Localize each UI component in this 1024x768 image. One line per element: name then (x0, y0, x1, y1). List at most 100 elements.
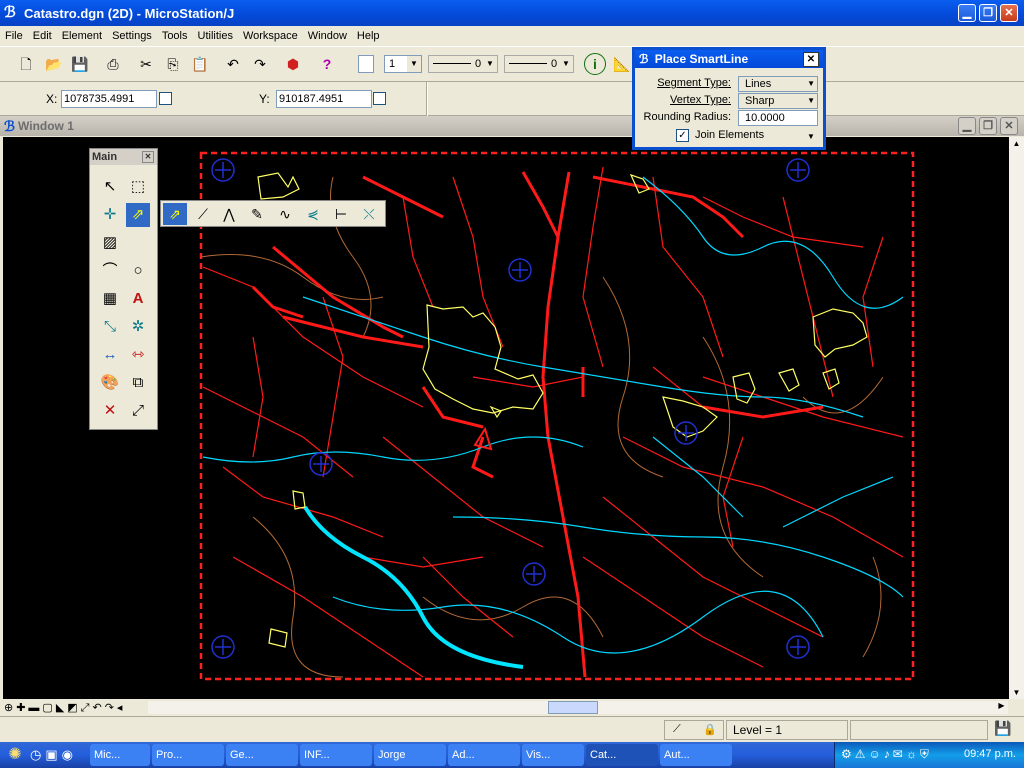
task-label: Aut... (664, 749, 690, 761)
horizontal-scrollbar[interactable]: ▶ (148, 701, 1008, 714)
stream-line-icon[interactable]: ✎ (245, 203, 269, 225)
palette-icon[interactable]: 🎨 (98, 371, 122, 395)
scale-icon[interactable]: ⤢ (126, 399, 150, 423)
task-label: Ge... (230, 749, 254, 761)
scroll-right-icon[interactable]: ▶ (995, 701, 1008, 714)
measure-icon[interactable]: 📐 (610, 53, 634, 75)
x-coordinate-field[interactable]: 1078735.4991 (61, 90, 157, 108)
menu-window[interactable]: Window (303, 30, 352, 42)
sun-icon[interactable]: ✲ (126, 315, 150, 339)
segment-type-select[interactable]: Lines ▼ (738, 76, 818, 92)
select-element-icon[interactable]: ↖ (98, 175, 122, 199)
task-item[interactable]: Jorge (374, 744, 446, 766)
open-folder-icon[interactable]: 📂 (42, 53, 66, 75)
menu-file[interactable]: File (0, 30, 28, 42)
task-item[interactable]: Mic... (90, 744, 150, 766)
marker-5 (309, 452, 333, 476)
task-item[interactable]: Ge... (226, 744, 298, 766)
redo-icon[interactable]: ↷ (248, 53, 272, 75)
task-item[interactable]: Vis... (522, 744, 584, 766)
y-lock-checkbox[interactable] (373, 92, 386, 105)
status-tool-cell: ⟋ 🔒 (664, 720, 724, 740)
active-color-box[interactable] (358, 55, 374, 73)
vertex-type-value: Sharp (745, 95, 775, 107)
copy-icon[interactable]: ⎘ (161, 53, 185, 75)
save-status-icon[interactable]: 💾 (992, 720, 1014, 740)
marker-4 (674, 421, 698, 445)
smartline-icon[interactable]: ⇗ (126, 203, 150, 227)
menu-help[interactable]: Help (352, 30, 385, 42)
text-icon[interactable]: A (126, 287, 150, 311)
view-title: Window 1 (18, 119, 74, 133)
vertex-type-label: Vertex Type: (670, 94, 731, 106)
key-in-icon[interactable]: ⬢ (281, 53, 305, 75)
vertical-scrollbar[interactable]: ▲ ▼ (1009, 137, 1024, 704)
tray-icons[interactable]: ⚙⚠☺♪✉☼⛨ (841, 747, 932, 762)
point-curve-icon[interactable]: ∿ (273, 203, 297, 225)
menu-utilities[interactable]: Utilities (193, 30, 238, 42)
cell-icon[interactable]: ▦ (98, 287, 122, 311)
microstation-icon: ℬ (4, 4, 16, 21)
palette-close-icon[interactable]: ✕ (142, 151, 154, 163)
menu-workspace[interactable]: Workspace (238, 30, 303, 42)
tangent-line-icon[interactable]: ⤬ (357, 203, 381, 225)
scroll-up-icon[interactable]: ▲ (1011, 139, 1022, 151)
task-item-active[interactable]: Cat... (586, 744, 658, 766)
angle-line-icon[interactable]: ⋞ (301, 203, 325, 225)
marker-2 (786, 158, 810, 182)
y-coordinate-field[interactable]: 910187.4951 (276, 90, 372, 108)
scroll-thumb[interactable] (548, 701, 598, 714)
minimize-button[interactable]: ▁ (958, 4, 976, 22)
x-lock-checkbox[interactable] (159, 92, 172, 105)
smartline-flyout-icon[interactable]: ⇗ (163, 203, 187, 225)
line-weight-select[interactable]: 0 ▼ (504, 55, 574, 73)
task-item[interactable]: INF... (300, 744, 372, 766)
view-control-icons[interactable]: ⊕✚▬▢◣◩⤢↶↷◂ (4, 701, 125, 715)
menu-element[interactable]: Element (57, 30, 107, 42)
multi-line-icon[interactable]: ⋀ (217, 203, 241, 225)
menu-settings[interactable]: Settings (107, 30, 157, 42)
print-icon[interactable]: ⎙ (101, 53, 125, 75)
new-file-icon[interactable]: 🗋 (14, 53, 38, 75)
rounding-radius-field[interactable]: 10.0000 (738, 110, 818, 126)
hatch-icon[interactable]: ▨ (98, 231, 122, 255)
help-icon[interactable]: ? (315, 53, 339, 75)
place-point-icon[interactable]: ✛ (98, 203, 122, 227)
save-icon[interactable]: 💾 (68, 53, 92, 75)
task-label: INF... (304, 749, 330, 761)
start-icon[interactable]: ✺ (0, 742, 30, 768)
vertex-type-select[interactable]: Sharp ▼ (738, 93, 818, 109)
close-button[interactable]: ✕ (1000, 4, 1018, 22)
cut-icon[interactable]: ✂ (134, 53, 158, 75)
status-bar: ⟋ 🔒 Level = 1 💾 (0, 716, 1024, 742)
level-select[interactable]: 1 ▼ (384, 55, 422, 73)
element-info-icon[interactable]: i (584, 53, 606, 75)
quick-launch-icons[interactable]: ◷▣◉ (30, 747, 90, 763)
view-close-button[interactable]: ✕ (1000, 117, 1018, 135)
join-elements-checkbox[interactable]: ✓ (676, 129, 689, 142)
arc-icon[interactable]: ⌒ (98, 259, 122, 283)
dimension-icon[interactable]: ↔ (98, 343, 122, 367)
delete-element-icon[interactable]: ✕ (98, 399, 122, 423)
perpendicular-line-icon[interactable]: ⊢ (329, 203, 353, 225)
fence-icon[interactable]: ⬚ (126, 175, 150, 199)
place-line-icon[interactable]: ⟋ (191, 203, 215, 225)
dialog-close-icon[interactable]: ✕ (803, 52, 819, 67)
level-status: Level = 1 (726, 720, 848, 740)
dialog-expand-icon[interactable]: ▼ (807, 132, 815, 141)
circle-icon[interactable]: ○ (126, 259, 150, 283)
move-copy-icon[interactable]: ⧉ (126, 371, 150, 395)
view-minimize-button[interactable]: ▁ (958, 117, 976, 135)
undo-icon[interactable]: ↶ (221, 53, 245, 75)
restore-button[interactable]: ❐ (979, 4, 997, 22)
snap-icon[interactable]: ⤡ (98, 315, 122, 339)
measure-distance-icon[interactable]: ⇿ (126, 343, 150, 367)
task-item[interactable]: Pro... (152, 744, 224, 766)
task-item[interactable]: Aut... (660, 744, 732, 766)
line-style-select[interactable]: 0 ▼ (428, 55, 498, 73)
view-restore-button[interactable]: ❐ (979, 117, 997, 135)
task-item[interactable]: Ad... (448, 744, 520, 766)
menu-tools[interactable]: Tools (157, 30, 193, 42)
menu-edit[interactable]: Edit (28, 30, 57, 42)
paste-icon[interactable]: 📋 (188, 53, 212, 75)
